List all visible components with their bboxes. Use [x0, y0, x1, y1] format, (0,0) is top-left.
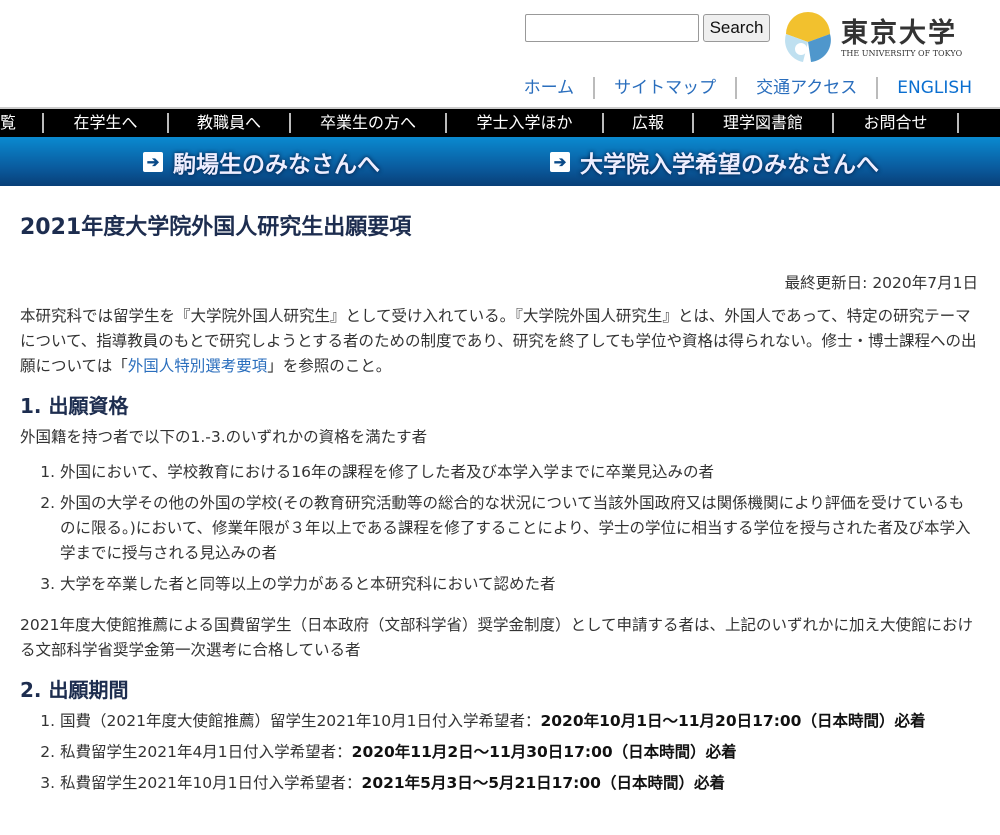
nav-item-pr[interactable]: 広報	[604, 113, 694, 133]
section-heading-period: 2. 出願期間	[20, 678, 129, 702]
arrow-right-icon: ➔	[550, 151, 570, 172]
period-dates: 2020年11月2日～11月30日17:00（日本時間）必着	[351, 743, 737, 761]
nav-item-staff[interactable]: 教職員へ	[169, 113, 291, 133]
list-item: 私費留学生2021年10月1日付入学希望者：2021年5月3日～5月21日17:…	[60, 771, 978, 796]
scholarship-note: 2021年度大使館推薦による国費留学生（日本政府（文部科学省）奨学金制度）として…	[20, 616, 974, 659]
period-label: 私費留学生2021年10月1日付入学希望者：	[60, 774, 362, 792]
section-heading-eligibility: 1. 出願資格	[20, 394, 129, 418]
eligibility-lead: 外国籍を持つ者で以下の1.-3.のいずれかの資格を満たす者	[20, 428, 428, 446]
intro-text-end: 」を参照のこと。	[267, 357, 392, 375]
period-list: 国費（2021年度大使館推薦）留学生2021年10月1日付入学希望者：2020年…	[60, 709, 978, 796]
banner-graduate-label: 大学院入学希望のみなさんへ	[580, 150, 879, 178]
page-title: 2021年度大学院外国人研究生出願要項	[20, 215, 412, 240]
university-logo[interactable]: 東京大学 THE UNIVERSITY OF TOKYO	[783, 12, 962, 64]
period-dates: 2020年10月1日～11月20日17:00（日本時間）必着	[540, 712, 926, 730]
nav-item-alumni[interactable]: 卒業生の方へ	[291, 113, 447, 133]
search-input[interactable]	[525, 14, 699, 42]
eligibility-list: 外国において、学校教育における16年の課程を修了した者及び本学入学までに卒業見込…	[60, 460, 978, 597]
arrow-right-icon: ➔	[143, 151, 163, 172]
list-item: 大学を卒業した者と同等以上の学力があると本研究科において認めた者	[60, 572, 978, 597]
nav-item-students[interactable]: 在学生へ	[44, 113, 169, 133]
banner-komaba[interactable]: ➔ 駒場生のみなさんへ	[143, 145, 380, 179]
last-updated: 最終更新日: 2020年7月1日	[784, 274, 978, 292]
banner-graduate[interactable]: ➔ 大学院入学希望のみなさんへ	[550, 145, 879, 179]
utility-links: ホーム サイトマップ 交通アクセス ENGLISH	[505, 77, 972, 99]
logo-text-jp: 東京大学	[841, 17, 957, 49]
link-english[interactable]: ENGLISH	[878, 77, 972, 99]
period-label: 私費留学生2021年4月1日付入学希望者：	[60, 743, 352, 761]
banner-komaba-label: 駒場生のみなさんへ	[173, 150, 380, 178]
intro-paragraph: 本研究科では留学生を『大学院外国人研究生』として受け入れている。『大学院外国人研…	[20, 304, 978, 379]
list-item: 外国の大学その他の外国の学校(その教育研究活動等の総合的な状況について当該外国政…	[60, 491, 978, 566]
link-sitemap[interactable]: サイトマップ	[595, 77, 738, 99]
list-item: 国費（2021年度大使館推薦）留学生2021年10月1日付入学希望者：2020年…	[60, 709, 978, 734]
nav-item-admission[interactable]: 学士入学ほか	[447, 113, 604, 133]
main-content: 2021年度大学院外国人研究生出願要項 最終更新日: 2020年7月1日 本研究…	[20, 210, 978, 802]
nav-item-overview[interactable]: 覧	[0, 113, 44, 133]
period-label: 国費（2021年度大使館推薦）留学生2021年10月1日付入学希望者：	[60, 712, 541, 730]
nav-item-contact[interactable]: お問合せ	[834, 113, 959, 133]
logo-text-en: THE UNIVERSITY OF TOKYO	[841, 48, 963, 58]
link-home[interactable]: ホーム	[505, 77, 596, 99]
nav-item-library[interactable]: 理学図書館	[694, 113, 834, 133]
special-selection-link[interactable]: 外国人特別選考要項	[128, 357, 268, 375]
banner: ➔ 駒場生のみなさんへ ➔ 大学院入学希望のみなさんへ	[0, 137, 1000, 186]
period-dates: 2021年5月3日～5月21日17:00（日本時間）必着	[361, 774, 725, 792]
list-item: 外国において、学校教育における16年の課程を修了した者及び本学入学までに卒業見込…	[60, 460, 978, 485]
list-item: 私費留学生2021年4月1日付入学希望者：2020年11月2日～11月30日17…	[60, 740, 978, 765]
ginkgo-leaf-icon	[785, 12, 831, 62]
link-access[interactable]: 交通アクセス	[737, 77, 879, 99]
main-nav: 覧 在学生へ 教職員へ 卒業生の方へ 学士入学ほか 広報 理学図書館 お問合せ	[0, 107, 1000, 137]
search-button[interactable]: Search	[703, 14, 770, 42]
